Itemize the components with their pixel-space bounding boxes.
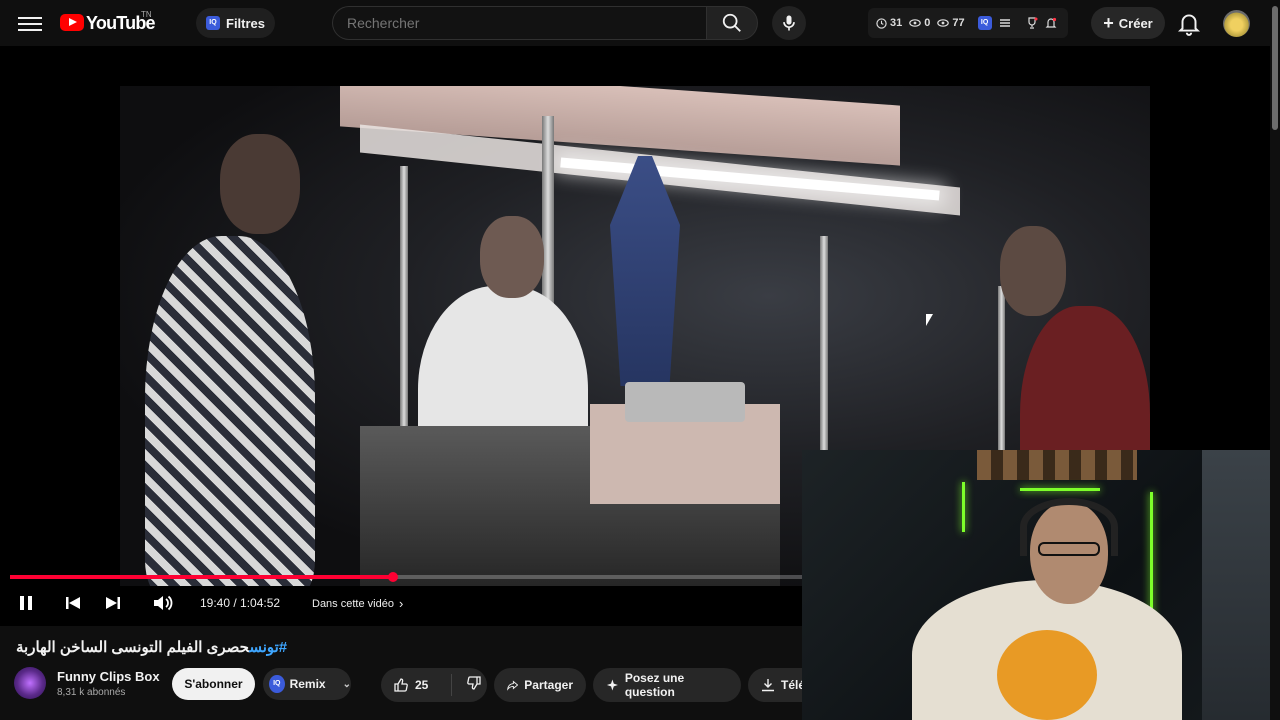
- progress-played: [10, 575, 393, 579]
- pause-icon: [20, 596, 32, 610]
- search-icon: [722, 13, 741, 32]
- eye-icon: [937, 19, 950, 27]
- iq-badge-icon: IQ: [206, 16, 220, 30]
- like-count: 25: [415, 678, 429, 692]
- mouse-cursor-icon: [926, 314, 933, 326]
- views-b: 77: [952, 17, 965, 29]
- clock-icon: [876, 17, 887, 29]
- search-input[interactable]: [345, 7, 689, 39]
- views-stat-a[interactable]: 0: [909, 17, 930, 29]
- thumbs-down-icon: [467, 675, 481, 690]
- youtube-logo-icon[interactable]: [60, 14, 84, 31]
- next-button[interactable]: [103, 590, 123, 616]
- collectibles-shelf: [977, 450, 1137, 480]
- background-wall: [1202, 450, 1270, 720]
- create-button[interactable]: + Créer: [1091, 7, 1165, 39]
- ask-label: Posez une question: [624, 671, 685, 699]
- chevron-right-icon: ›: [398, 596, 404, 611]
- eye-icon: [909, 19, 922, 27]
- video-title: #تونسحصرى الفيلم التونسى الساخن الهاربة: [16, 638, 287, 656]
- watch-count: 31: [890, 17, 903, 29]
- filters-label: Filtres: [226, 15, 266, 31]
- title-text: حصرى الفيلم التونسى الساخن الهاربة: [16, 639, 250, 656]
- tshirt-logo: [997, 630, 1097, 720]
- glasses: [1038, 542, 1100, 556]
- hamburger-menu-icon[interactable]: [18, 13, 42, 33]
- subscribe-button[interactable]: S'abonner: [172, 668, 255, 700]
- volume-icon: [154, 595, 173, 611]
- trophy-icon[interactable]: [1026, 17, 1038, 29]
- webcam-overlay: [802, 450, 1270, 720]
- watch-time-stat[interactable]: 31: [876, 17, 902, 29]
- bell-icon: [1177, 14, 1201, 36]
- led-strip: [1020, 488, 1100, 491]
- subscriber-count: 8,31 k abonnés: [57, 687, 126, 698]
- chapter-label: Dans cette vidéo: [312, 597, 394, 610]
- scrollbar-thumb[interactable]: [1272, 6, 1278, 130]
- country-code: TN: [141, 10, 152, 19]
- chevron-down-icon[interactable]: ⌄: [343, 679, 351, 690]
- progress-scrubber[interactable]: [388, 572, 398, 582]
- iq-badge-icon: IQ: [269, 675, 285, 693]
- skip-next-icon: [106, 597, 120, 609]
- plus-icon: +: [1103, 13, 1114, 33]
- man-plaid-head: [220, 134, 300, 234]
- filters-button[interactable]: IQ Filtres: [196, 8, 276, 38]
- list-icon[interactable]: [999, 18, 1011, 28]
- chapters-button[interactable]: Dans cette vidéo ›: [312, 596, 403, 611]
- cooking-pot: [625, 382, 745, 422]
- like-dislike-group: 25: [381, 668, 487, 702]
- ask-question-button[interactable]: Posez une question: [593, 668, 741, 702]
- iq-extension-icon[interactable]: IQ: [977, 16, 992, 30]
- man-red-head: [1000, 226, 1066, 316]
- share-button[interactable]: Partager: [494, 668, 586, 702]
- time-display: 19:40 / 1:04:52: [200, 596, 281, 610]
- like-button[interactable]: 25: [381, 677, 451, 693]
- hanging-bag: [610, 156, 680, 386]
- dislike-button[interactable]: [452, 675, 482, 696]
- man-white-head: [480, 216, 544, 298]
- remix-label: Remix: [289, 677, 326, 691]
- voice-search-button[interactable]: [772, 6, 806, 40]
- top-header: YouTube TN IQ Filtres 31 0 77: [0, 0, 1280, 46]
- channel-avatar[interactable]: [14, 667, 46, 699]
- led-strip: [962, 482, 965, 532]
- sparkle-icon: [606, 679, 618, 691]
- user-avatar[interactable]: [1223, 10, 1250, 37]
- mic-icon: [783, 15, 795, 31]
- pause-button[interactable]: [16, 590, 36, 616]
- volume-button[interactable]: [152, 590, 174, 616]
- search-button[interactable]: [706, 6, 758, 40]
- share-label: Partager: [524, 678, 573, 692]
- views-a: 0: [924, 17, 931, 29]
- channel-name[interactable]: Funny Clips Box: [57, 669, 160, 684]
- man-plaid-shirt: [145, 236, 315, 586]
- search-box: [332, 6, 706, 40]
- hashtag-link[interactable]: #تونس: [249, 639, 287, 656]
- previous-button[interactable]: [63, 590, 83, 616]
- download-icon: [762, 679, 774, 692]
- thumbs-up-icon: [394, 678, 408, 692]
- views-stat-b[interactable]: 77: [937, 17, 965, 29]
- create-label: Créer: [1118, 15, 1153, 31]
- remix-button[interactable]: IQ Remix ⌄: [263, 668, 351, 700]
- skip-previous-icon: [66, 597, 80, 609]
- share-icon: [507, 680, 519, 691]
- extension-stats-bar: 31 0 77 IQ: [868, 8, 1068, 38]
- notifications-button[interactable]: [1176, 10, 1202, 36]
- notification-alert-icon[interactable]: [1045, 17, 1057, 29]
